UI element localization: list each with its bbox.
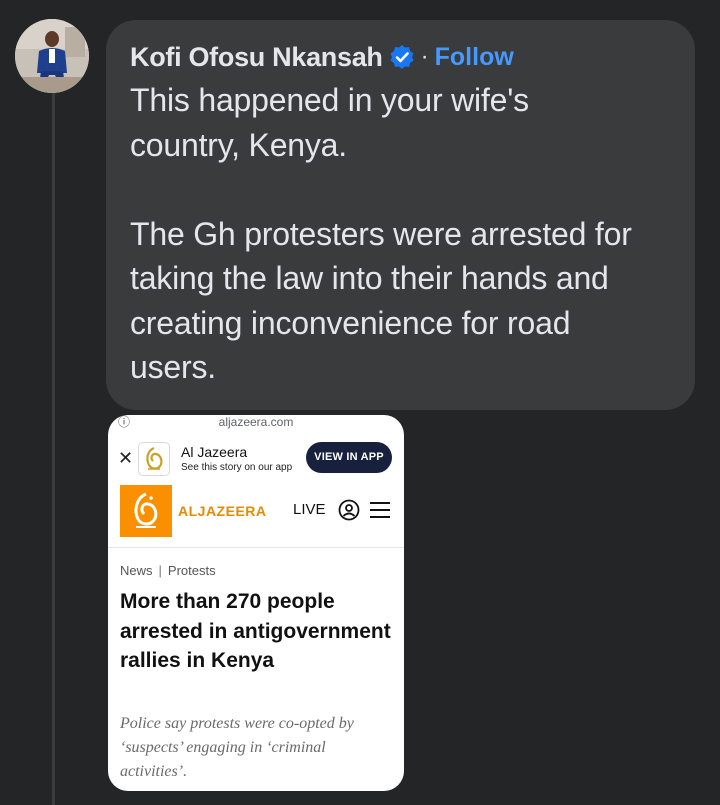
breadcrumb-protests[interactable]: Protests <box>168 563 216 578</box>
url-text: aljazeera.com <box>218 415 294 429</box>
article-headline[interactable]: More than 270 people arrested in antigov… <box>120 587 392 676</box>
banner-title: Al Jazeera <box>181 444 248 460</box>
al-jazeera-app-logo <box>138 442 170 476</box>
browser-url-bar: ⓘ aljazeera.com <box>108 415 404 429</box>
comment-text: This happened in your wife's country, Ke… <box>130 82 632 385</box>
avatar-photo <box>15 19 89 93</box>
app-banner: ✕ Al Jazeera See this story on our app V… <box>108 438 404 482</box>
live-link[interactable]: LIVE <box>293 501 326 518</box>
banner-subtitle: See this story on our app <box>181 462 293 473</box>
breadcrumb: News | Protests <box>120 563 216 578</box>
header-divider <box>108 547 404 548</box>
site-info-icon: ⓘ <box>118 415 131 429</box>
view-in-app-button[interactable]: VIEW IN APP <box>306 442 392 473</box>
author-avatar[interactable] <box>15 19 89 93</box>
site-header: ALJAZEERA LIVE <box>108 485 404 537</box>
hamburger-menu-icon[interactable] <box>369 500 391 520</box>
separator-dot: · <box>420 43 429 70</box>
comment-bubble: Kofi Ofosu Nkansah · Follow This happene… <box>106 20 695 410</box>
close-icon[interactable]: ✕ <box>118 448 133 469</box>
author-name[interactable]: Kofi Ofosu Nkansah <box>130 42 383 73</box>
breadcrumb-separator: | <box>158 563 162 578</box>
breadcrumb-news[interactable]: News <box>120 563 153 578</box>
thread-line <box>52 92 55 805</box>
user-account-icon[interactable] <box>338 499 360 521</box>
al-jazeera-logo[interactable] <box>120 485 172 537</box>
attached-screenshot[interactable]: ⓘ aljazeera.com ✕ Al Jazeera See this st… <box>108 415 404 791</box>
follow-button[interactable]: Follow <box>435 43 514 72</box>
comment-header: Kofi Ofosu Nkansah · Follow <box>130 40 673 74</box>
verified-badge-icon <box>390 45 414 69</box>
article-summary: Police say protests were co-opted by ‘su… <box>120 715 354 780</box>
site-wordmark: ALJAZEERA <box>178 503 267 519</box>
